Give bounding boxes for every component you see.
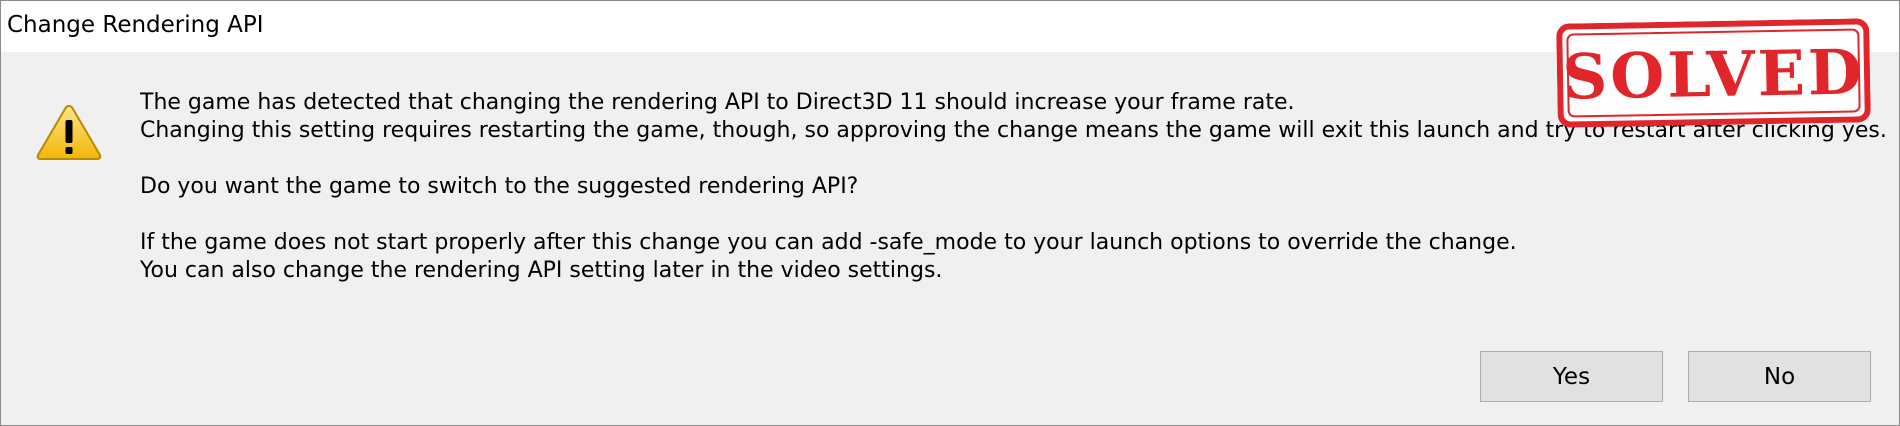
window-title: Change Rendering API <box>7 12 264 38</box>
warning-icon <box>36 104 102 160</box>
message-line: If the game does not start properly afte… <box>140 230 1517 255</box>
message-question: Do you want the game to switch to the su… <box>140 174 859 199</box>
no-button[interactable]: No <box>1688 351 1871 402</box>
yes-button[interactable]: Yes <box>1480 351 1663 402</box>
stamp-text: SOLVED <box>1562 35 1865 113</box>
message-line: You can also change the rendering API se… <box>140 258 943 283</box>
solved-stamp: SOLVED <box>1556 18 1871 128</box>
dialog-window: Change Rendering API The game has detect… <box>0 0 1900 426</box>
